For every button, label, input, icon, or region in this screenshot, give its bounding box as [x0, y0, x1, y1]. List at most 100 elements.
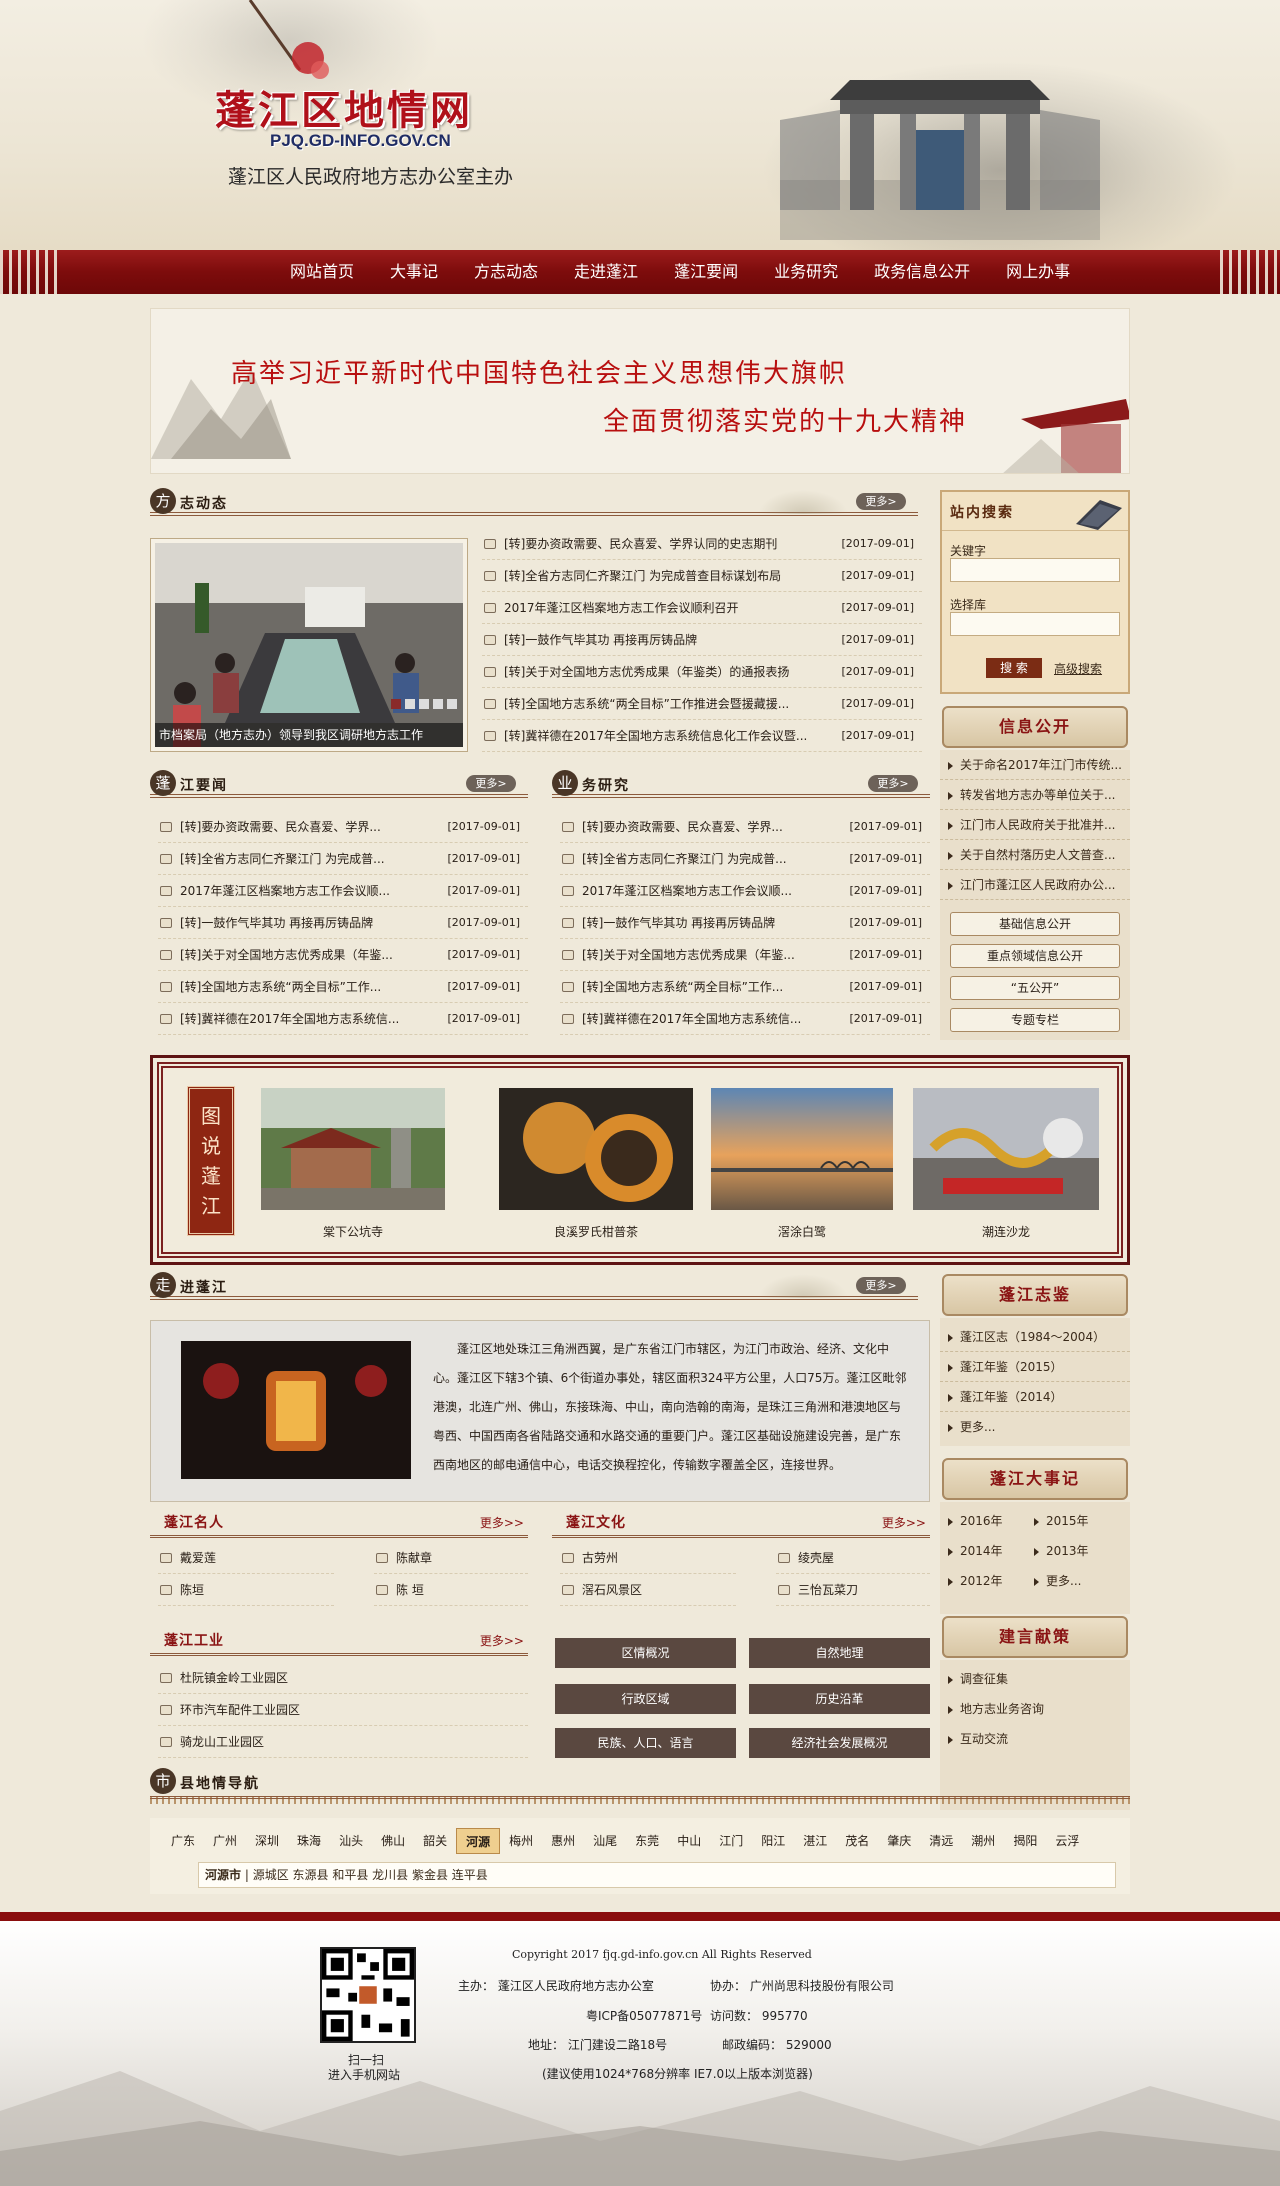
- list-item[interactable]: 蓬江年鉴（2014）: [940, 1382, 1130, 1412]
- list-item[interactable]: [转]全国地方志系统“两全目标”工作推进会暨援藏援... [2017-09-01]: [482, 688, 922, 720]
- slide-dot[interactable]: [405, 699, 415, 709]
- list-item[interactable]: 三怡瓦菜刀: [776, 1574, 930, 1606]
- list-item[interactable]: 转发省地方志办等单位关于...: [940, 780, 1130, 810]
- list-item[interactable]: [转]要办资政需要、民众喜爱、学界... [2017-09-01]: [560, 811, 930, 843]
- city-tab[interactable]: 阳江: [752, 1828, 794, 1854]
- city-tab[interactable]: 梅州: [500, 1828, 542, 1854]
- list-item[interactable]: 2014年: [940, 1536, 1026, 1566]
- pjgy-more-link[interactable]: 更多>>: [480, 1632, 524, 1649]
- list-item[interactable]: [转]全省方志同仁齐聚江门 为完成普查目标谋划布局 [2017-09-01]: [482, 560, 922, 592]
- list-item[interactable]: [转]全省方志同仁齐聚江门 为完成普... [2017-09-01]: [560, 843, 930, 875]
- keyword-input[interactable]: [950, 558, 1120, 582]
- list-item[interactable]: 2016年: [940, 1506, 1026, 1536]
- list-item[interactable]: 蓬江年鉴（2015）: [940, 1352, 1130, 1382]
- list-item[interactable]: 古劳州: [560, 1542, 736, 1574]
- slide-dot[interactable]: [391, 699, 401, 709]
- list-item[interactable]: 互动交流: [940, 1724, 1130, 1754]
- nav-item-home[interactable]: 网站首页: [290, 250, 354, 294]
- city-tab[interactable]: 韶关: [414, 1828, 456, 1854]
- quick-button-overview[interactable]: 区情概况: [555, 1638, 736, 1668]
- key-area-button[interactable]: 重点领域信息公开: [950, 944, 1120, 968]
- city-tab[interactable]: 潮州: [962, 1828, 1004, 1854]
- more-button[interactable]: 更多>: [466, 775, 516, 792]
- nav-item-fangzhi[interactable]: 方志动态: [474, 250, 538, 294]
- city-tab-active[interactable]: 河源: [456, 1828, 501, 1854]
- list-item[interactable]: [转]一鼓作气毕其功 再接再厉铸品牌 [2017-09-01]: [158, 907, 528, 939]
- advanced-search-link[interactable]: 高级搜索: [1054, 660, 1102, 677]
- county-sub-districts[interactable]: | 源城区 东源县 和平县 龙川县 紫金县 连平县: [245, 1868, 488, 1882]
- list-item[interactable]: 滘石风景区: [560, 1574, 736, 1606]
- list-item[interactable]: 江门市蓬江区人民政府办公...: [940, 870, 1130, 900]
- more-button[interactable]: 更多>: [856, 493, 906, 510]
- city-tab[interactable]: 惠州: [542, 1828, 584, 1854]
- list-item[interactable]: 绫壳屋: [776, 1542, 930, 1574]
- city-tab[interactable]: 佛山: [372, 1828, 414, 1854]
- quick-button-population[interactable]: 民族、人口、语言: [555, 1728, 736, 1758]
- list-item[interactable]: [转]一鼓作气毕其功 再接再厉铸品牌 [2017-09-01]: [560, 907, 930, 939]
- list-item[interactable]: 更多...: [1026, 1566, 1112, 1596]
- list-item[interactable]: 骑龙山工业园区: [158, 1726, 528, 1758]
- list-item[interactable]: [转]关于对全国地方志优秀成果（年鉴... [2017-09-01]: [158, 939, 528, 971]
- list-item[interactable]: 陈献章: [374, 1542, 528, 1574]
- city-tab[interactable]: 广东: [162, 1828, 204, 1854]
- list-item[interactable]: 环市汽车配件工业园区: [158, 1694, 528, 1726]
- news-photo-frame[interactable]: 市档案局（地方志办）领导到我区调研地方志工作: [150, 538, 468, 752]
- city-tab[interactable]: 茂名: [836, 1828, 878, 1854]
- list-item[interactable]: 杜阮镇金岭工业园区: [158, 1662, 528, 1694]
- county-sub-city[interactable]: 河源市: [205, 1868, 241, 1882]
- city-tab[interactable]: 湛江: [794, 1828, 836, 1854]
- list-item[interactable]: [转]一鼓作气毕其功 再接再厉铸品牌 [2017-09-01]: [482, 624, 922, 656]
- more-button[interactable]: 更多>: [856, 1277, 906, 1294]
- nav-item-research[interactable]: 业务研究: [774, 250, 838, 294]
- list-item[interactable]: [转]冀祥德在2017年全国地方志系统信... [2017-09-01]: [560, 1003, 930, 1035]
- site-logo[interactable]: 蓬江区地情网: [215, 78, 473, 136]
- nav-item-about[interactable]: 走进蓬江: [574, 250, 638, 294]
- city-tab[interactable]: 中山: [668, 1828, 710, 1854]
- quick-button-economy[interactable]: 经济社会发展概况: [749, 1728, 930, 1758]
- more-button[interactable]: 更多>: [868, 775, 918, 792]
- lantern-photo[interactable]: [181, 1341, 411, 1479]
- city-tab[interactable]: 汕尾: [584, 1828, 626, 1854]
- list-item[interactable]: [转]全国地方志系统“两全目标”工作... [2017-09-01]: [560, 971, 930, 1003]
- list-item[interactable]: 2013年: [1026, 1536, 1112, 1566]
- list-item[interactable]: [转]全国地方志系统“两全目标”工作... [2017-09-01]: [158, 971, 528, 1003]
- photo-item[interactable]: 良溪罗氏柑普茶: [499, 1088, 693, 1240]
- list-item[interactable]: 陈垣: [158, 1574, 334, 1606]
- list-item[interactable]: 关于自然村落历史人文普查...: [940, 840, 1130, 870]
- list-item[interactable]: 关于命名2017年江门市传统...: [940, 750, 1130, 780]
- photo-item[interactable]: 潮连沙龙: [913, 1088, 1099, 1240]
- city-tab[interactable]: 广州: [204, 1828, 246, 1854]
- city-tab[interactable]: 肇庆: [878, 1828, 920, 1854]
- nav-item-gov-info[interactable]: 政务信息公开: [874, 250, 970, 294]
- list-item[interactable]: [转]关于对全国地方志优秀成果（年鉴... [2017-09-01]: [560, 939, 930, 971]
- list-item[interactable]: 戴爱莲: [158, 1542, 334, 1574]
- list-item[interactable]: 更多...: [940, 1412, 1130, 1442]
- quick-button-history[interactable]: 历史沿革: [749, 1684, 930, 1714]
- city-tab[interactable]: 珠海: [288, 1828, 330, 1854]
- list-item[interactable]: [转]冀祥德在2017年全国地方志系统信息化工作会议暨... [2017-09-0…: [482, 720, 922, 752]
- list-item[interactable]: [转]关于对全国地方志优秀成果（年鉴类）的通报表扬 [2017-09-01]: [482, 656, 922, 688]
- list-item[interactable]: 调查征集: [940, 1664, 1130, 1694]
- pjmr-more-link[interactable]: 更多>>: [480, 1514, 524, 1531]
- quick-button-region[interactable]: 行政区域: [555, 1684, 736, 1714]
- five-public-button[interactable]: “五公开”: [950, 976, 1120, 1000]
- photo-item[interactable]: 滘涂白鹭: [711, 1088, 893, 1240]
- city-tab[interactable]: 汕头: [330, 1828, 372, 1854]
- list-item[interactable]: [转]要办资政需要、民众喜爱、学界... [2017-09-01]: [158, 811, 528, 843]
- slide-dot[interactable]: [433, 699, 443, 709]
- special-column-button[interactable]: 专题专栏: [950, 1008, 1120, 1032]
- basic-info-button[interactable]: 基础信息公开: [950, 912, 1120, 936]
- list-item[interactable]: [转]冀祥德在2017年全国地方志系统信... [2017-09-01]: [158, 1003, 528, 1035]
- list-item[interactable]: 2015年: [1026, 1506, 1112, 1536]
- slide-dot[interactable]: [447, 699, 457, 709]
- city-tab[interactable]: 云浮: [1046, 1828, 1088, 1854]
- db-select[interactable]: [950, 612, 1120, 636]
- list-item[interactable]: 2012年: [940, 1566, 1026, 1596]
- city-tab[interactable]: 深圳: [246, 1828, 288, 1854]
- nav-item-events[interactable]: 大事记: [390, 250, 438, 294]
- nav-item-news[interactable]: 蓬江要闻: [674, 250, 738, 294]
- list-item[interactable]: 2017年蓬江区档案地方志工作会议顺... [2017-09-01]: [560, 875, 930, 907]
- list-item[interactable]: 2017年蓬江区档案地方志工作会议顺... [2017-09-01]: [158, 875, 528, 907]
- footer-icp[interactable]: 粤ICP备05077871号: [586, 2007, 702, 2024]
- quick-button-geography[interactable]: 自然地理: [749, 1638, 930, 1668]
